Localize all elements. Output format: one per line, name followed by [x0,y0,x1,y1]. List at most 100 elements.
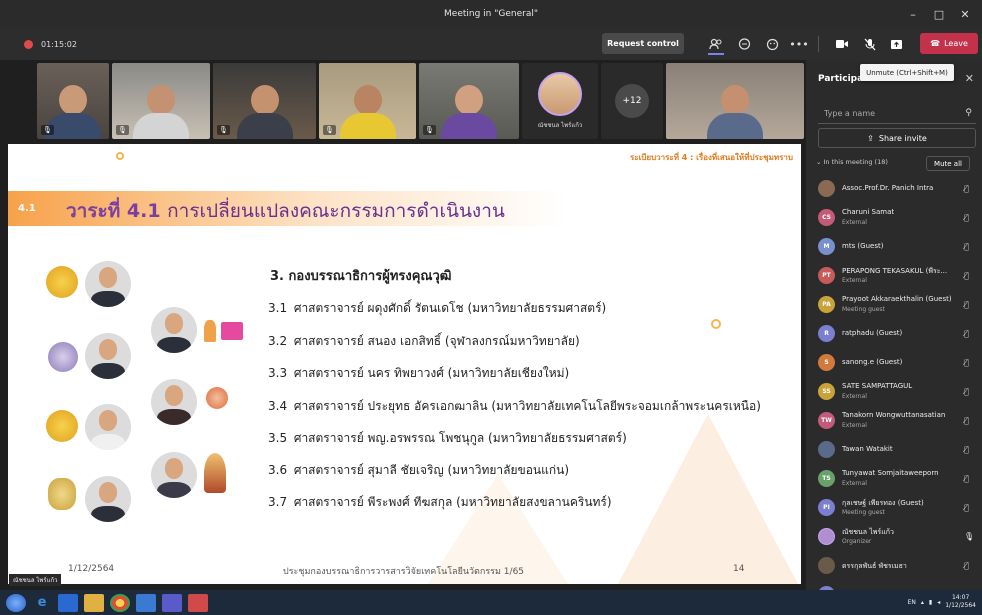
video-tile[interactable]: 🎙 [319,63,416,139]
participant-list: Assoc.Prof.Dr. Panich Intra 🎙̸ CS Charuni S… [806,174,982,609]
participant-role: External [842,393,867,400]
video-tile[interactable]: 🎙 [112,63,210,139]
minimize-button[interactable]: – [900,8,926,21]
chat-icon[interactable] [734,34,754,54]
participant-role: External [842,480,867,487]
leave-label: Leave [944,39,968,48]
mic-muted-icon[interactable] [860,34,880,54]
participant-row[interactable]: ณัชชนล ไพร์แก้ว Organizer 🎙 [806,522,982,551]
mic-muted-icon: 🎙̸ [964,358,969,367]
start-button-icon[interactable] [6,593,26,612]
windows-taskbar: e EN ▴ ▮ ◂ 14:07 1/12/2564 [0,590,982,615]
app-icon[interactable] [136,593,156,612]
video-tile[interactable]: 🎙 [419,63,519,139]
member-photo [151,307,197,353]
mic-muted-icon: 🎙̸ [964,271,969,280]
participant-name: Tawan Watakit [842,445,893,453]
ie-icon[interactable]: e [32,594,52,612]
participant-video [133,85,189,139]
acrobat-icon[interactable] [188,593,208,612]
participant-avatar: R [818,325,835,342]
volume-icon[interactable]: ◂ [937,599,940,606]
window-controls: – □ ✕ [900,0,978,28]
university-logo [46,410,78,442]
share-screen-icon[interactable] [886,34,906,54]
leave-button[interactable]: ☎ Leave [920,33,978,54]
participant-row[interactable]: TS Tunyawat Somjaitaweeporn External 🎙̸ [806,464,982,493]
university-logo [204,320,216,342]
language-indicator[interactable]: EN [908,599,916,606]
request-control-button[interactable]: Request control [602,33,684,54]
avatar-tile[interactable]: ณัชชนล ไพร์แก้ว [522,63,598,139]
participant-row[interactable]: Rratphadu (Guest) 🎙̸ [806,319,982,348]
video-tile[interactable] [666,63,804,139]
mic-muted-icon: 🎙̸ [964,184,969,193]
mic-muted-icon: 🎙̸ [964,329,969,338]
member-item: 3.1 ศาสตราจารย์ ผดุงศักดิ์ รัตนเดโช (มหา… [268,301,607,315]
clock[interactable]: 14:07 1/12/2564 [945,594,976,610]
participant-row[interactable]: Assoc.Prof.Dr. Panich Intra 🎙̸ [806,174,982,203]
university-logo [46,266,78,298]
participant-row[interactable]: Tawan Watakit 🎙̸ [806,435,982,464]
participant-row[interactable]: CS Charuni Samat External 🎙̸ [806,203,982,232]
participants-panel: Participa ✕ Type a name ⚲ ⇪ Share invite… [806,60,982,603]
close-icon[interactable]: ✕ [965,72,974,85]
panel-title: Participa [818,74,864,84]
participant-avatar: TW [818,412,835,429]
participant-role: Meeting guest [842,509,885,516]
mic-muted-icon: 🎙̸ [964,387,969,396]
video-tile[interactable]: 🎙 [213,63,316,139]
participant-avatar: TS [818,470,835,487]
participant-search-input[interactable]: Type a name ⚲ [818,104,976,124]
mute-all-button[interactable]: Mute all [926,156,970,171]
participant-avatar: SS [818,383,835,400]
participant-row[interactable]: Mmts (Guest) 🎙̸ [806,232,982,261]
tray-chevron-icon[interactable]: ▴ [921,599,924,606]
participant-role: External [842,422,867,429]
unmute-tooltip: Unmute (Ctrl+Shift+M) [860,64,954,81]
in-meeting-header[interactable]: ⌄ In this meeting (18) [816,158,888,166]
participant-row[interactable]: SS SATE SAMPATTAGUL External 🎙̸ [806,377,982,406]
member-item: 3.4 ศาสตราจารย์ ประยุทธ อัครเอกฒาลิน (มห… [268,399,761,413]
participant-row[interactable]: Ssanong.e (Guest) 🎙̸ [806,348,982,377]
recording-indicator-icon [24,39,33,49]
window-title: Meeting in "General" [444,9,538,19]
participants-icon[interactable] [706,34,726,54]
participant-name: Assoc.Prof.Dr. Panich Intra [842,184,934,192]
participant-video [339,85,396,139]
network-icon[interactable]: ▮ [929,599,932,606]
mic-muted-icon: 🎙̸ [964,300,969,309]
more-participants-tile[interactable]: +12 [601,63,663,139]
participant-row[interactable]: PI กุลเชษฐ์ เพียรทอง (Guest) Meeting guest… [806,493,982,522]
chrome-icon[interactable] [110,593,130,612]
participant-avatar: PI [818,499,835,516]
share-icon: ⇪ [867,133,874,143]
teams-icon[interactable] [162,593,182,612]
close-window-button[interactable]: ✕ [952,8,978,21]
file-explorer-icon[interactable] [84,593,104,612]
outlook-icon[interactable] [58,593,78,612]
share-invite-button[interactable]: ⇪ Share invite [818,128,976,148]
mic-on-icon: 🎙 [964,532,975,541]
meeting-timer: 01:15:02 [41,39,77,49]
participant-avatar: CS [818,209,835,226]
section-heading: 3. กองบรรณาธิการผู้ทรงคุณวุฒิ [270,269,452,284]
search-icon: ⚲ [965,108,972,118]
title-bar: Meeting in "General" – □ ✕ [0,0,982,28]
maximize-button[interactable]: □ [926,8,952,21]
participant-name: Tunyawat Somjaitaweeporn [842,469,939,477]
camera-icon[interactable] [832,34,852,54]
decorative-circle [116,152,124,160]
member-item: 3.3 ศาสตราจารย์ นคร ทิพยาวงศ์ (มหาวิทยาล… [268,366,570,380]
participant-row[interactable]: ดรรกุลพันธ์ พัชรเมธา 🎙̸ [806,551,982,580]
participant-row[interactable]: PA Prayoot Akkaraekthalin (Guest) Meeting … [806,290,982,319]
participant-video [707,85,763,139]
more-options-icon[interactable]: ••• [789,34,809,54]
participant-row[interactable]: PT PERAPONG TEKASAKUL (พีระ... External 🎙̸ [806,261,982,290]
mic-muted-icon: 🎙 [423,125,436,135]
reactions-icon[interactable] [762,34,782,54]
video-tile[interactable]: 🎙 [37,63,109,139]
participant-row[interactable]: TW Tanakorn Wongwuttanasatian External 🎙̸ [806,406,982,435]
university-logo [48,342,78,372]
slide-footer-date: 1/12/2564 [68,564,115,574]
